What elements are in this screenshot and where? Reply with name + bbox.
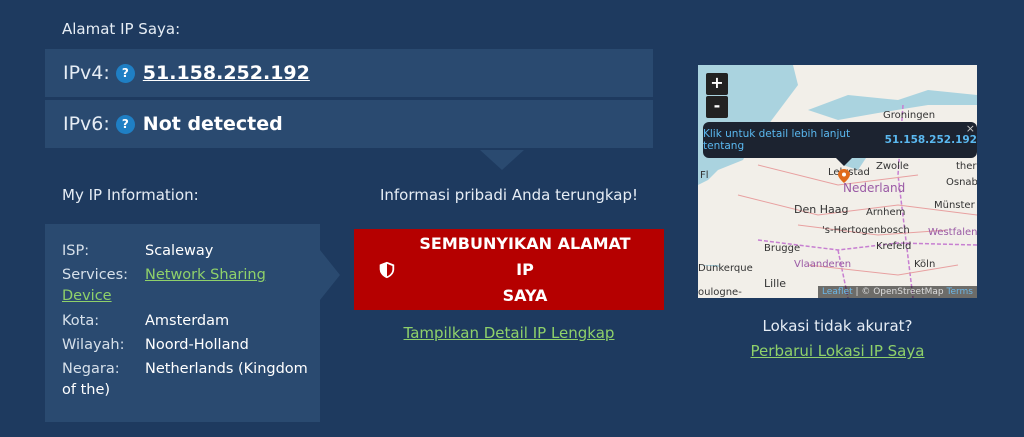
map-label-brugge: Brugge: [764, 243, 801, 254]
my-ip-title: Alamat IP Saya:: [62, 20, 181, 38]
country-label: Negara:: [62, 361, 120, 377]
shield-icon: [379, 261, 395, 278]
map-label-dunkerque: Dunkerque: [698, 263, 753, 274]
city-value: Amsterdam: [145, 313, 230, 329]
location-marker-icon[interactable]: [838, 169, 850, 183]
map-label-fl: Fl: [700, 170, 709, 181]
ipv6-help-icon[interactable]: ?: [115, 114, 135, 134]
update-location-link[interactable]: Perbarui Lokasi IP Saya: [698, 342, 977, 360]
map-label-lille: Lille: [764, 277, 787, 290]
my-ip-info-title: My IP Information:: [62, 186, 199, 204]
hide-ip-button-label: SEMBUNYIKAN ALAMAT IP SAYA: [410, 231, 640, 309]
map-tooltip[interactable]: Klik untuk detail lebih lanjut tentang 5…: [703, 122, 977, 158]
leaflet-link[interactable]: Leaflet: [822, 287, 853, 297]
map-label-krefeld: Krefeld: [876, 241, 912, 252]
map-label-arnhem: Arnhem: [866, 207, 906, 218]
services-link-line2[interactable]: Device: [62, 285, 112, 307]
region-value: Noord-Holland: [145, 337, 249, 353]
map-label-denhaag: Den Haag: [794, 203, 849, 216]
hide-ip-label-line2: SAYA: [502, 285, 548, 305]
map-label-zwolle: Zwolle: [876, 161, 909, 172]
country-value-line2: of the): [62, 382, 111, 398]
show-ip-detail-link[interactable]: Tampilkan Detail IP Lengkap: [354, 324, 664, 342]
map-label-koln: Köln: [914, 259, 936, 270]
map-label-groningen: Groningen: [883, 110, 936, 121]
ip-info-pointer: [320, 250, 340, 300]
isp-value: Scaleway: [145, 243, 214, 259]
services-label: Services:: [62, 267, 129, 283]
services-link[interactable]: Network Sharing: [145, 264, 266, 286]
map-label-osnabr: Osnabr: [946, 177, 977, 188]
map-attribution: Leaflet | © OpenStreetMap Terms: [817, 286, 977, 298]
map-label-boulogne: oulogne-: [698, 287, 742, 298]
map-tooltip-pointer: [836, 158, 852, 166]
region-label: Wilayah:: [62, 337, 125, 353]
ipv6-label: IPv6:: [63, 113, 110, 135]
location-inaccurate-text: Lokasi tidak akurat?: [762, 317, 913, 335]
zoom-in-button[interactable]: +: [706, 73, 728, 95]
hide-ip-button[interactable]: SEMBUNYIKAN ALAMAT IP SAYA: [354, 229, 664, 310]
ipv4-label: IPv4:: [63, 62, 110, 84]
map-label-munster: Münster: [934, 200, 975, 211]
ipv4-address[interactable]: 51.158.252.192: [143, 62, 310, 84]
osm-attribution-text: | © OpenStreetMap: [852, 287, 944, 297]
map-label-hertogenbosch: 's-Hertogenbosch: [822, 225, 910, 236]
terms-link[interactable]: Terms: [946, 287, 973, 297]
map-tooltip-text: Klik untuk detail lebih lanjut tentang: [703, 128, 851, 152]
map-label-westfalen: Westfalen: [928, 227, 977, 238]
map-label-ther: ther: [956, 161, 977, 172]
map-label-nederland: Nederland: [843, 181, 906, 195]
ipv4-row: IPv4: ? 51.158.252.192: [45, 49, 653, 97]
exposed-warning: Informasi pribadi Anda terungkap!: [379, 186, 639, 204]
zoom-out-button[interactable]: -: [706, 96, 728, 118]
isp-label: ISP:: [62, 243, 90, 259]
ipv4-help-icon[interactable]: ?: [115, 63, 135, 83]
hide-ip-label-line1: SEMBUNYIKAN ALAMAT IP: [419, 233, 631, 279]
location-map[interactable]: + - Groningen Zwolle ther Lelystad Neder…: [698, 65, 977, 298]
ip-panel-pointer: [480, 150, 524, 170]
country-value: Netherlands (Kingdom: [145, 361, 308, 377]
city-label: Kota:: [62, 313, 100, 329]
map-label-vlaanderen: Vlaanderen: [794, 259, 852, 270]
ipv6-row: IPv6: ? Not detected: [45, 100, 653, 148]
tooltip-close-icon[interactable]: ×: [966, 122, 975, 135]
map-tooltip-ip: 51.158.252.192: [884, 134, 977, 146]
ipv6-address: Not detected: [142, 113, 283, 135]
